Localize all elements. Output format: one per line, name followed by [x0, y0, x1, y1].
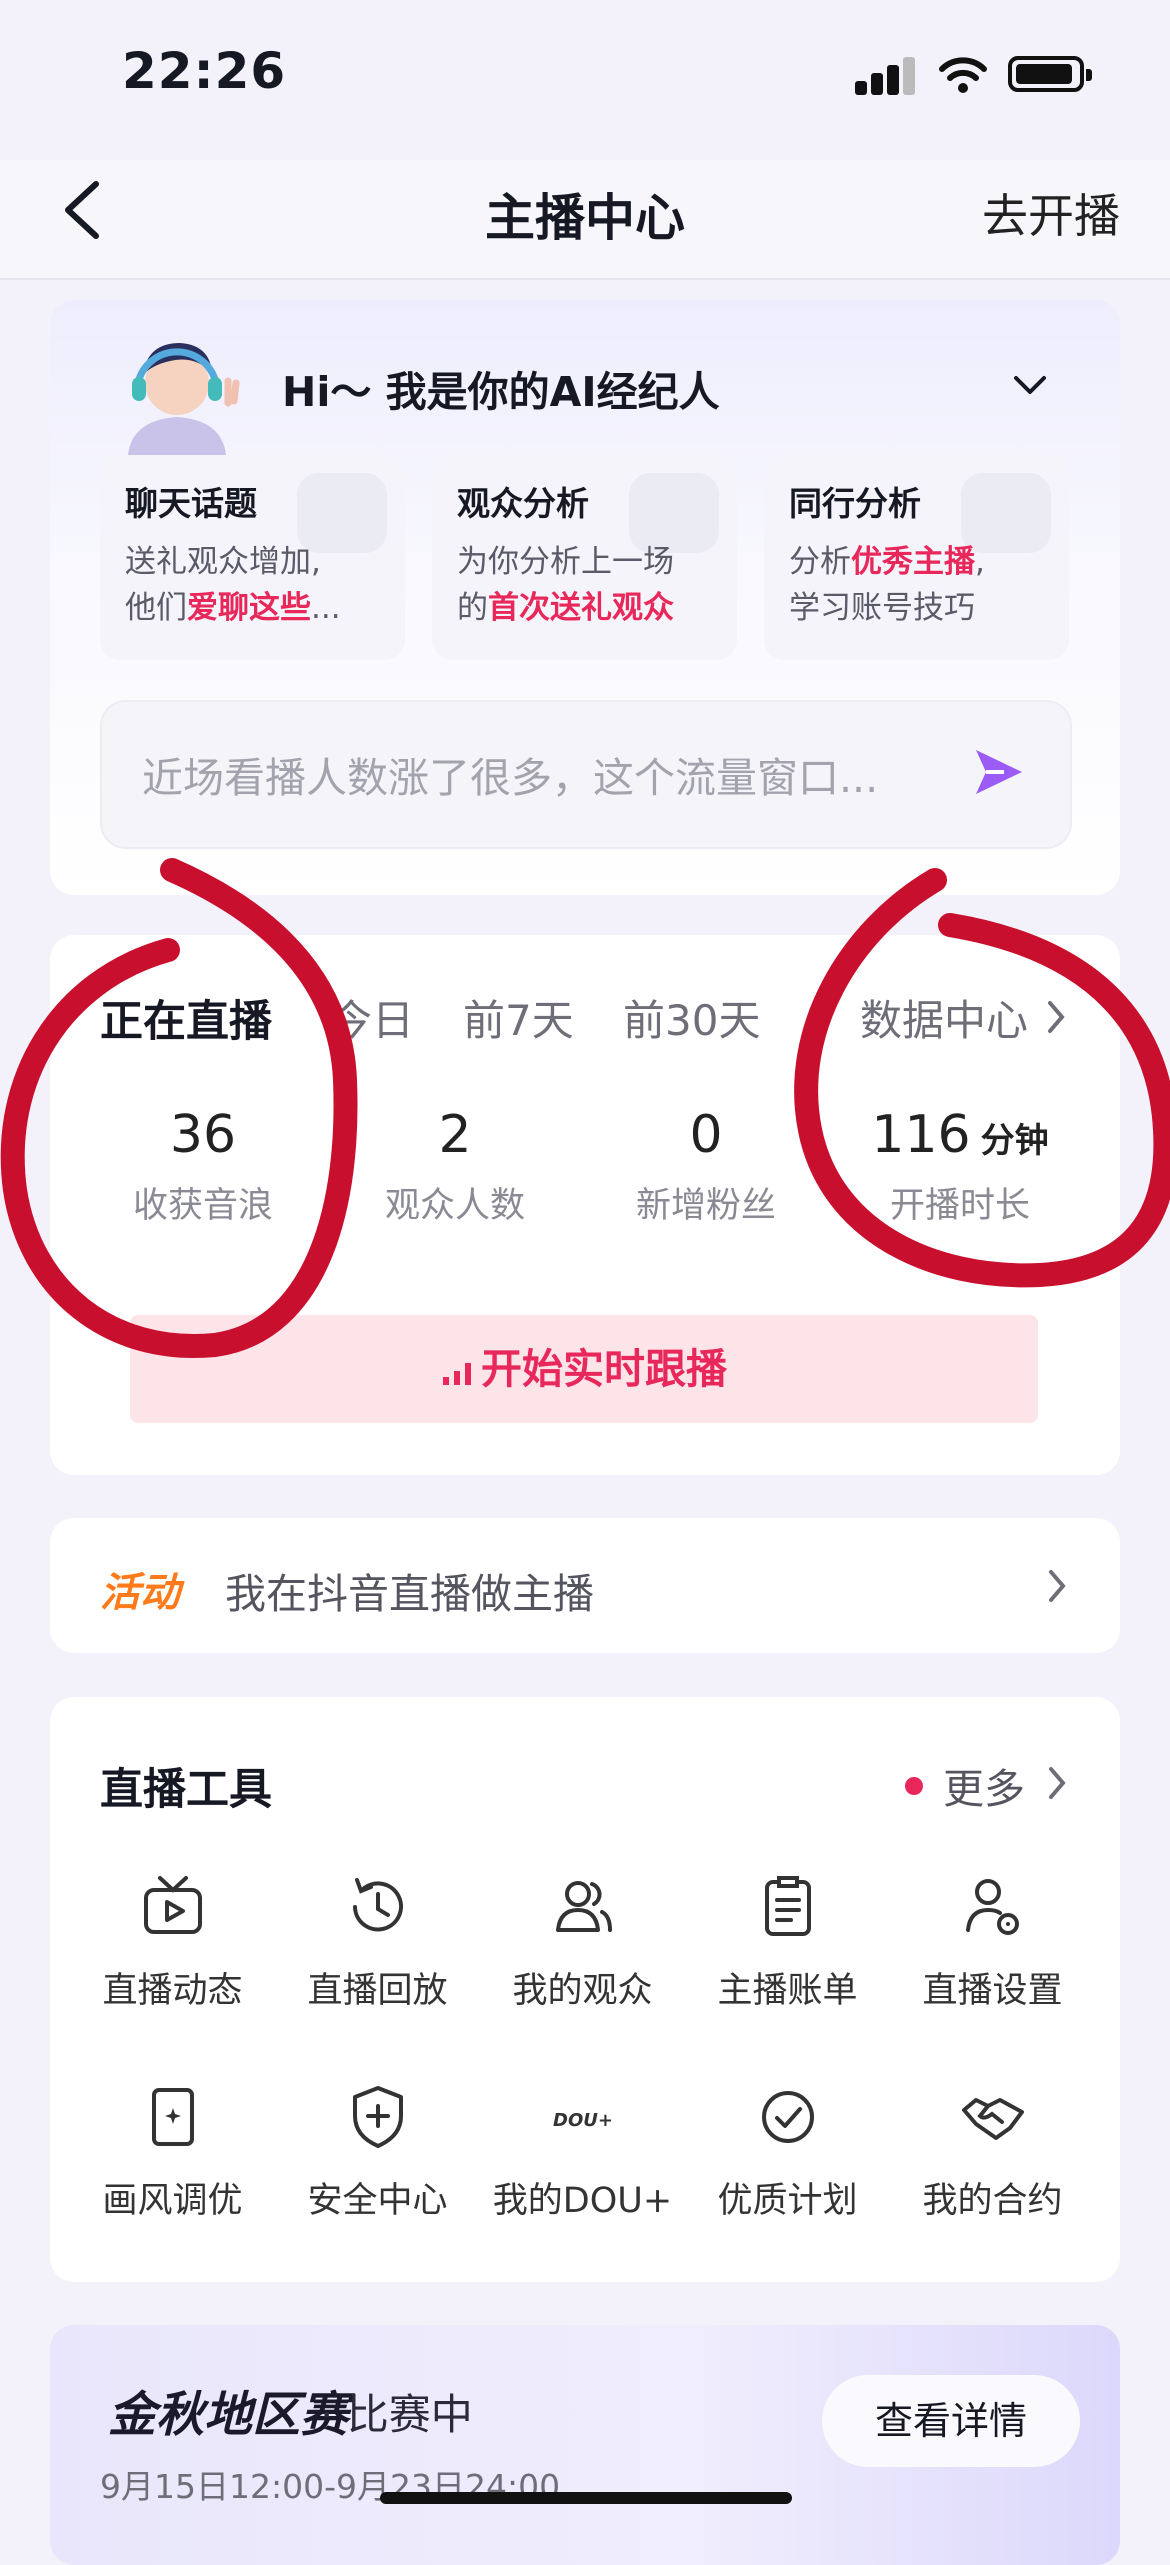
tool-label: 主播账单: [717, 1971, 858, 2011]
chevron-down-icon[interactable]: [1010, 372, 1050, 398]
battery-icon: [1008, 56, 1092, 92]
contest-status: · 比赛中: [320, 2390, 473, 2439]
tool-my-audience[interactable]: 我的观众: [480, 1872, 685, 2013]
activity-banner[interactable]: 活动 我在抖音直播做主播: [50, 1518, 1120, 1653]
follow-label: 开始实时跟播: [481, 1345, 727, 1393]
live-tools-card: 直播工具 更多 直播动态 直播回放 我的观众 主播账单 直播设置 画风调优 安全…: [50, 1697, 1120, 2282]
tile-desc: 送礼观众增加, 他们爱聊这些...: [125, 544, 341, 626]
tile-peer-analysis[interactable]: 同行分析 分析优秀主播, 学习账号技巧: [764, 455, 1069, 660]
tool-my-contract[interactable]: 我的合约: [890, 2082, 1095, 2223]
svg-text:DOU+: DOU+: [553, 2110, 613, 2131]
user-settings-icon: [965, 1879, 1019, 1935]
tile-title: 同行分析: [789, 484, 921, 523]
tile-chat-topics[interactable]: 聊天话题 送礼观众增加, 他们爱聊这些...: [100, 455, 405, 660]
tool-label: 直播回放: [307, 1971, 448, 2011]
wifi-icon: [939, 57, 987, 93]
activity-tag: 活动: [100, 1570, 180, 1616]
view-details-button[interactable]: 查看详情: [822, 2375, 1080, 2467]
contest-title: 金秋地区赛: [108, 2387, 349, 2443]
tool-label: 我的DOU+: [492, 2181, 673, 2221]
tile-audience-analysis[interactable]: 观众分析 为你分析上一场 的首次送礼观众: [432, 455, 737, 660]
tab-7-days[interactable]: 前7天: [463, 987, 574, 1048]
ai-avatar: [110, 325, 245, 455]
ai-greeting: Hi～ 我是你的AI经纪人: [282, 368, 720, 416]
send-icon[interactable]: [970, 744, 1026, 800]
tab-today[interactable]: 今日: [330, 987, 414, 1048]
activity-text: 我在抖音直播做主播: [225, 1570, 594, 1618]
stat-value: 116: [871, 1105, 971, 1165]
chevron-right-icon[interactable]: [1045, 1763, 1069, 1803]
tab-30-days[interactable]: 前30天: [623, 987, 760, 1048]
tab-live-now[interactable]: 正在直播: [100, 987, 272, 1049]
tool-label: 我的合约: [922, 2181, 1063, 2221]
stat-duration[interactable]: 116 分钟 开播时长: [845, 1105, 1075, 1228]
stat-label: 新增粉丝: [635, 1186, 776, 1226]
stat-sound-waves[interactable]: 36 收获音浪: [88, 1105, 318, 1228]
tv-icon: [143, 1876, 202, 1934]
tool-style-tuning[interactable]: 画风调优: [70, 2082, 275, 2223]
tool-security-center[interactable]: 安全中心: [275, 2082, 480, 2223]
tool-live-moments[interactable]: 直播动态: [70, 1872, 275, 2013]
stat-label: 收获音浪: [132, 1186, 273, 1226]
tools-title: 直播工具: [100, 1765, 272, 1815]
tool-label: 直播设置: [922, 1971, 1063, 2011]
stat-value: 0: [689, 1105, 723, 1165]
stat-new-followers[interactable]: 0 新增粉丝: [591, 1105, 821, 1228]
tile-desc: 为你分析上一场 的首次送礼观众: [457, 544, 674, 626]
handshake-icon: [961, 2098, 1024, 2140]
tile-title: 聊天话题: [125, 484, 257, 523]
image-tune-icon: [151, 2088, 194, 2146]
tool-host-bill[interactable]: 主播账单: [685, 1872, 890, 2013]
contest-banner[interactable]: 金秋地区赛 · 比赛中 9月15日12:00-9月23日24:00 查看详情: [50, 2325, 1120, 2565]
history-icon: [352, 1878, 403, 1932]
tool-label: 优质计划: [717, 2181, 858, 2221]
data-center-link[interactable]: 数据中心: [860, 987, 1028, 1048]
live-stats-card: 正在直播 今日 前7天 前30天 数据中心 36 收获音浪 2 观众人数 0 新…: [50, 935, 1120, 1475]
stat-label: 开播时长: [889, 1186, 1030, 1226]
home-indicator: [380, 2492, 792, 2504]
ai-input-placeholder: 近场看播人数涨了很多，这个流量窗口...: [142, 754, 879, 802]
tool-quality-plan[interactable]: 优质计划: [685, 2082, 890, 2223]
shield-plus-icon: [352, 2086, 403, 2148]
stat-value: 36: [169, 1105, 237, 1165]
tool-dou-plus[interactable]: DOU+ 我的DOU+: [480, 2082, 685, 2223]
go-live-button[interactable]: 去开播: [982, 180, 1120, 246]
tile-title: 观众分析: [457, 484, 589, 523]
tool-label: 画风调优: [102, 2181, 243, 2221]
stat-viewers[interactable]: 2 观众人数: [340, 1105, 570, 1228]
signal-bars-icon: [443, 1363, 471, 1385]
status-time: 22:26: [122, 42, 287, 100]
signal-icon: [855, 55, 915, 95]
stat-value: 2: [438, 1105, 472, 1165]
ai-agent-card: Hi～ 我是你的AI经纪人 聊天话题 送礼观众增加, 他们爱聊这些... 观众分析…: [50, 300, 1120, 895]
start-follow-button[interactable]: 开始实时跟播: [130, 1315, 1038, 1423]
dou-plus-icon: DOU+: [553, 2110, 613, 2131]
chevron-right-icon[interactable]: [1044, 997, 1068, 1037]
tool-replay[interactable]: 直播回放: [275, 1872, 480, 2013]
tools-more-link[interactable]: 更多: [943, 1755, 1025, 1815]
tool-live-settings[interactable]: 直播设置: [890, 1872, 1095, 2013]
tile-desc: 分析优秀主播, 学习账号技巧: [789, 544, 985, 626]
check-circle-icon: [761, 2091, 814, 2143]
chevron-right-icon[interactable]: [1045, 1566, 1069, 1606]
audience-icon: [555, 1881, 612, 1932]
tool-label: 安全中心: [307, 2181, 448, 2221]
tool-label: 我的观众: [512, 1971, 653, 2011]
bill-icon: [764, 1876, 811, 1936]
stat-label: 观众人数: [384, 1186, 525, 1226]
tool-label: 直播动态: [102, 1971, 243, 2011]
stat-unit: 分钟: [980, 1121, 1049, 1161]
notification-dot: [905, 1777, 923, 1795]
ai-question-input[interactable]: 近场看播人数涨了很多，这个流量窗口...: [100, 700, 1072, 849]
